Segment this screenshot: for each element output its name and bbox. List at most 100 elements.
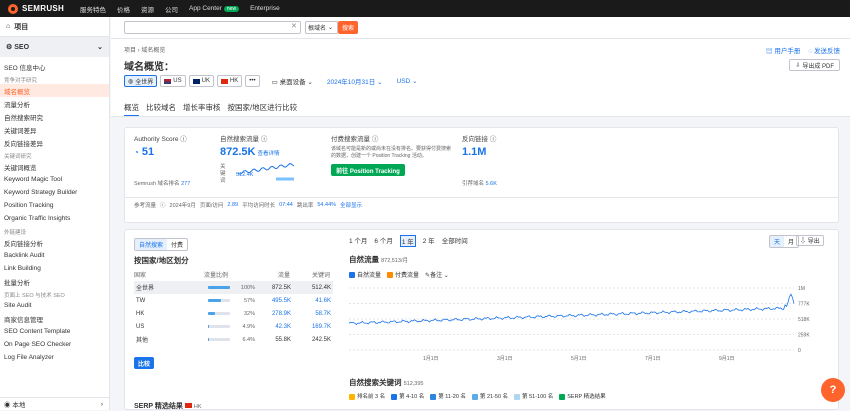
nav-features[interactable]: 服务特色 (80, 4, 106, 14)
table-row[interactable]: TW 57% 495.5K 41.6K (134, 294, 333, 307)
country-traffic[interactable]: 278.9K (272, 311, 291, 317)
device-select[interactable]: ▭ 桌面设备 ⌄ (272, 76, 313, 86)
sidebar-item-keyword-strategy[interactable]: Keyword Strategy Builder (0, 186, 109, 199)
range-all[interactable]: 全部时间 (442, 235, 468, 247)
send-feedback-link[interactable]: ◌ 发送反馈 (808, 45, 840, 55)
country-keywords[interactable]: 58.7K (315, 311, 331, 317)
position-tracking-button[interactable]: 前往 Position Tracking (331, 164, 405, 176)
search-mode-select[interactable]: 根域名 ⌄ (305, 21, 338, 34)
legend-51-100[interactable]: 第 51-100 名 (514, 392, 553, 400)
export-pdf-button[interactable]: ⇩ 导出成 PDF (789, 59, 840, 71)
toggle-paid[interactable]: 付费 (167, 239, 187, 250)
info-icon[interactable]: ⓘ (261, 136, 268, 143)
search-button[interactable]: 搜索 (338, 21, 358, 34)
semrush-rank-link[interactable]: 277 (181, 181, 190, 187)
sidebar-item-local[interactable]: ◉ 本地 › (0, 397, 109, 410)
info-icon[interactable]: ⓘ (180, 136, 187, 143)
country-keywords[interactable]: 41.6K (315, 298, 331, 304)
db-us[interactable]: US (160, 75, 186, 87)
sidebar-item-keyword-overview[interactable]: 关键词概览 (0, 160, 109, 173)
sidebar-item-site-audit[interactable]: Site Audit (0, 299, 109, 312)
sidebar-item-organic-research[interactable]: 自然搜索研究 (0, 110, 109, 123)
legend-top3[interactable]: 排名前 3 名 (349, 392, 385, 400)
country-traffic[interactable]: 42.3K (275, 324, 291, 330)
sidebar-item-seo-home[interactable]: SEO 信息中心 (0, 60, 109, 73)
user-manual-link[interactable]: ▤ 用户手册 (766, 45, 800, 55)
legend-notes[interactable]: ✎备注 ⌄ (425, 270, 449, 279)
authority-score-value[interactable]: 51 (142, 146, 154, 158)
range-1y[interactable]: 1 年 (399, 235, 416, 247)
db-uk[interactable]: UK (188, 75, 214, 87)
country-traffic[interactable]: 495.5K (272, 298, 291, 304)
pages-per-visit-value[interactable]: 2.89 (227, 202, 238, 208)
nav-enterprise[interactable]: Enterprise (250, 5, 280, 12)
sidebar-item-position-tracking[interactable]: Position Tracking (0, 199, 109, 212)
granularity-day[interactable]: 天 (770, 236, 785, 247)
breadcrumb-projects[interactable]: 项目 (124, 48, 136, 54)
table-row[interactable]: 全世界 100% 872.5K 512.4K (134, 281, 333, 294)
sidebar-item-backlink-audit[interactable]: Backlink Audit (0, 249, 109, 262)
country-keywords[interactable]: 512.4K (312, 285, 331, 291)
legend-21-50[interactable]: 第 21-50 名 (471, 392, 508, 400)
country-traffic[interactable]: 55.8K (275, 337, 291, 343)
sidebar-item-on-page-checker[interactable]: On Page SEO Checker (0, 338, 109, 351)
help-button[interactable]: ? (821, 378, 845, 402)
legend-serp[interactable]: SERP 精选结果 (559, 392, 606, 400)
authority-score-block: Authority Score ⓘ ◔ 51 Semrush 域名排名 277 (134, 136, 191, 187)
sidebar-item-link-building[interactable]: Link Building (0, 262, 109, 275)
close-icon[interactable]: ✕ (291, 22, 297, 30)
avg-duration-value[interactable]: 07:44 (279, 202, 293, 208)
db-hk[interactable]: HK (216, 75, 243, 87)
tab-compare-domains[interactable]: 比较域名 (146, 102, 176, 116)
range-6m[interactable]: 6 个月 (374, 235, 392, 247)
legend-11-20[interactable]: 第 11-20 名 (430, 392, 466, 400)
nav-resources[interactable]: 资源 (141, 4, 154, 14)
sidebar-item-bulk-analysis[interactable]: 批量分析 (0, 275, 109, 288)
range-1m[interactable]: 1 个月 (349, 235, 367, 247)
sidebar-item-keyword-magic[interactable]: Keyword Magic Tool (0, 173, 109, 186)
info-icon[interactable]: ⓘ (490, 136, 497, 143)
nav-pricing[interactable]: 价格 (117, 4, 130, 14)
sidebar-item-domain-overview[interactable]: 域名概览 (0, 84, 109, 97)
toggle-organic[interactable]: 自然搜索 (135, 239, 168, 250)
sidebar-item-keyword-gap[interactable]: 关键词差异 (0, 123, 109, 136)
sidebar-item-listing-management[interactable]: 商家信息管理 (0, 312, 109, 325)
sidebar-item-traffic[interactable]: 流量分析 (0, 97, 109, 110)
currency-select[interactable]: USD ⌄ (397, 77, 418, 85)
share-bar-fill (208, 286, 230, 289)
table-row[interactable]: 其他 6.4% 55.8K 242.5K (134, 333, 333, 346)
range-2y[interactable]: 2 年 (423, 235, 435, 247)
date-select[interactable]: 2024年10月31日 ⌄ (327, 76, 383, 86)
sidebar-item-backlink-gap[interactable]: 反向链接差异 (0, 136, 109, 149)
db-worldwide[interactable]: ◍ 全世界 (124, 75, 158, 87)
sidebar-item-log-file-analyzer[interactable]: Log File Analyzer (0, 351, 109, 364)
sidebar-item-seo-content-template[interactable]: SEO Content Template (0, 325, 109, 338)
country-keywords[interactable]: 169.7K (312, 324, 331, 330)
info-icon[interactable]: ⓘ (372, 136, 379, 143)
export-button[interactable]: ⇩ 导出 (796, 235, 824, 246)
nav-company[interactable]: 公司 (165, 4, 178, 14)
domain-search-input[interactable] (124, 21, 301, 34)
country-traffic[interactable]: 872.5K (272, 285, 291, 291)
more-databases-button[interactable]: ••• (245, 75, 260, 87)
tab-compare-countries[interactable]: 按国家/地区进行比较 (228, 102, 298, 116)
tab-growth-review[interactable]: 增长率审核 (183, 102, 221, 116)
sidebar-projects[interactable]: ⌂ 项目 (0, 17, 109, 37)
compare-button[interactable]: 比较 (134, 357, 154, 369)
table-row[interactable]: US 4.9% 42.3K 169.7K (134, 320, 333, 333)
tab-overview[interactable]: 概览 (124, 102, 139, 116)
sidebar-item-backlink-analytics[interactable]: 反向链接分析 (0, 236, 109, 249)
legend-paid[interactable]: 付费流量 (387, 270, 419, 279)
bounce-rate-value[interactable]: 54.44% (317, 202, 336, 208)
sidebar-seo-toggle[interactable]: ⚙ SEO ⌄ (0, 37, 109, 57)
legend-organic[interactable]: 自然流量 (349, 270, 381, 279)
table-row[interactable]: HK 32% 278.9K 58.7K (134, 307, 333, 320)
semrush-logo[interactable]: SEMRUSH (8, 3, 80, 14)
show-all-link[interactable]: 全部显示 (340, 201, 362, 209)
referring-domains-link[interactable]: 5.6K (486, 181, 497, 187)
country-keywords[interactable]: 242.5K (312, 337, 331, 343)
legend-4-10[interactable]: 第 4-10 名 (391, 392, 424, 400)
backlinks-value[interactable]: 1.1M (462, 146, 497, 158)
nav-app-center[interactable]: App Center new (189, 5, 240, 12)
sidebar-item-organic-insights[interactable]: Organic Traffic Insights (0, 212, 109, 225)
